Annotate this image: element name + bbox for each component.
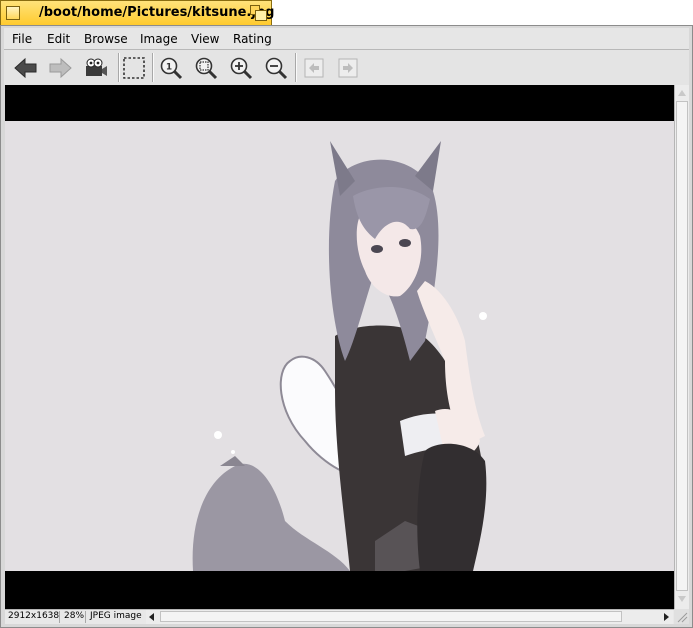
toolbar: 1 xyxy=(4,50,689,85)
image-viewport[interactable] xyxy=(5,85,674,609)
original-size-icon[interactable]: 1 xyxy=(159,56,183,80)
scroll-up-arrow-icon[interactable] xyxy=(677,87,687,99)
menu-rating[interactable]: Rating xyxy=(233,32,272,46)
window-title: /boot/home/Pictures/kitsune.jpg xyxy=(39,5,275,20)
menu-bar: File Edit Browse Image View Rating xyxy=(4,28,689,50)
horizontal-scroll-thumb[interactable] xyxy=(160,611,622,622)
svg-text:1: 1 xyxy=(166,63,172,73)
window-title-tab[interactable]: /boot/home/Pictures/kitsune.jpg xyxy=(0,0,275,25)
scroll-right-arrow-icon[interactable] xyxy=(660,611,672,623)
image-dimensions: 2912x1638 xyxy=(8,611,60,621)
toolbar-separator xyxy=(118,53,119,82)
select-region-icon[interactable] xyxy=(122,56,146,80)
menu-view[interactable]: View xyxy=(191,32,219,46)
displayed-image xyxy=(5,121,674,571)
vertical-scrollbar[interactable] xyxy=(674,85,689,609)
menu-edit[interactable]: Edit xyxy=(47,32,70,46)
back-arrow-icon[interactable] xyxy=(14,56,38,80)
toolbar-separator xyxy=(152,53,153,82)
resize-corner[interactable] xyxy=(674,609,689,624)
scroll-left-arrow-icon[interactable] xyxy=(146,611,158,623)
toolbar-separator xyxy=(295,53,296,82)
slideshow-projector-icon[interactable] xyxy=(84,56,108,80)
horizontal-scrollbar[interactable] xyxy=(146,610,673,624)
menu-file[interactable]: File xyxy=(12,32,32,46)
previous-page-icon[interactable] xyxy=(302,56,326,80)
scroll-down-arrow-icon[interactable] xyxy=(677,593,687,605)
status-bar: 2912x1638 28% JPEG image xyxy=(5,609,689,624)
vertical-scroll-thumb[interactable] xyxy=(676,101,688,591)
next-page-icon[interactable] xyxy=(336,56,360,80)
close-window-button[interactable] xyxy=(6,6,20,20)
fit-to-window-icon[interactable] xyxy=(194,56,218,80)
zoom-level: 28% xyxy=(64,611,85,621)
menu-image[interactable]: Image xyxy=(140,32,178,46)
menu-browse[interactable]: Browse xyxy=(84,32,128,46)
zoom-window-button[interactable] xyxy=(250,5,267,21)
zoom-out-icon[interactable] xyxy=(264,56,288,80)
forward-arrow-icon[interactable] xyxy=(48,56,72,80)
image-type: JPEG image xyxy=(90,611,142,621)
zoom-in-icon[interactable] xyxy=(229,56,253,80)
